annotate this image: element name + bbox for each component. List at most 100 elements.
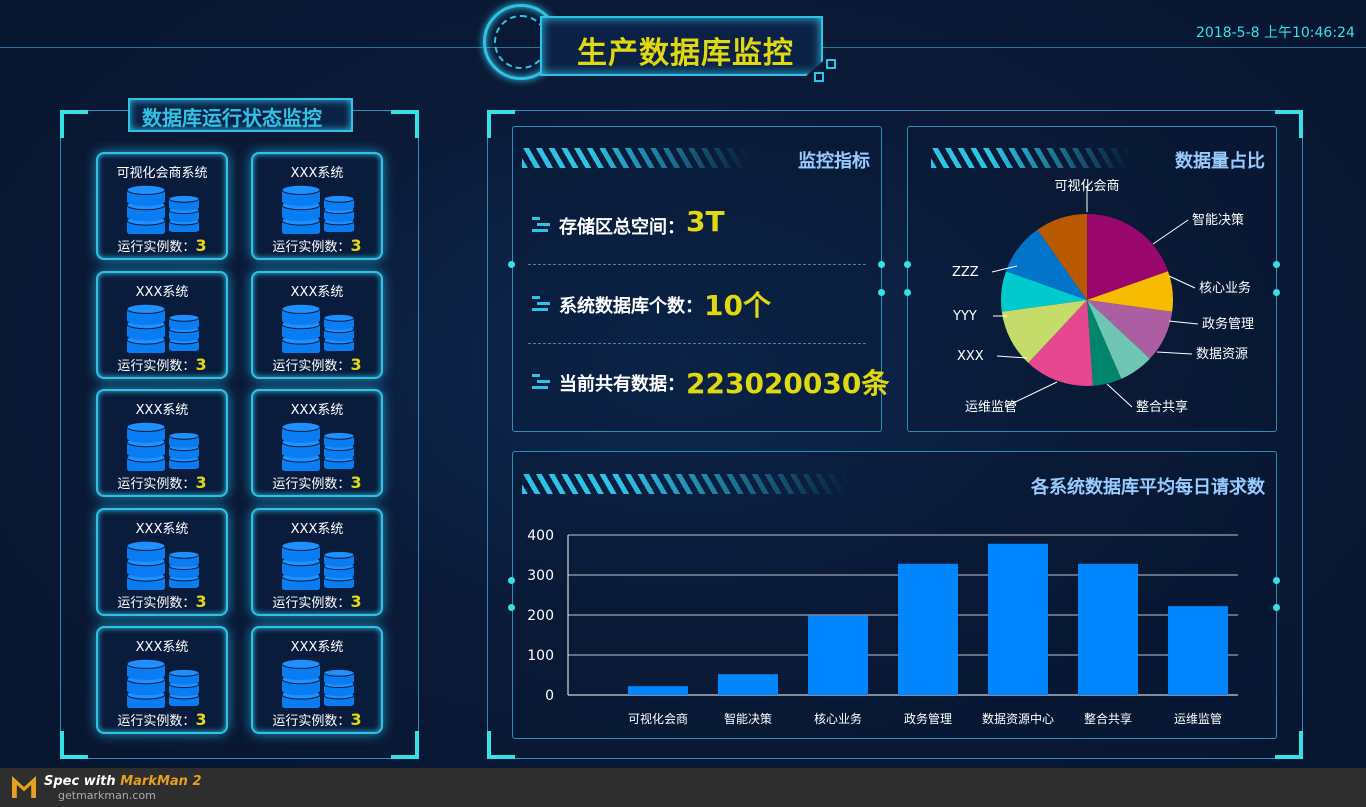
system-name: XXX系统 xyxy=(135,521,189,537)
database-icon xyxy=(169,313,199,351)
bar[interactable] xyxy=(1078,563,1138,695)
instance-count-label: 运行实例数： xyxy=(117,358,196,374)
metric-storage-value: 3T xyxy=(686,205,725,238)
x-tick-label: 数据资源中心 xyxy=(982,711,1054,726)
database-icon xyxy=(282,303,320,353)
instance-count-label: 运行实例数： xyxy=(272,595,351,611)
x-tick-label: 政务管理 xyxy=(904,711,952,726)
metric-dbcount-value: 10个 xyxy=(704,289,771,322)
pie-label: XXX xyxy=(957,349,984,364)
system-card[interactable]: XXX系统运行实例数：3 xyxy=(96,389,228,497)
bar[interactable] xyxy=(718,674,778,695)
footer-bar: Spec with MarkMan 2 getmarkman.com xyxy=(0,768,1366,807)
instance-count-label: 运行实例数： xyxy=(272,477,351,492)
database-icon xyxy=(282,658,320,708)
instance-count-label: 运行实例数： xyxy=(117,714,196,729)
system-name: XXX系统 xyxy=(290,284,344,300)
database-icon xyxy=(282,184,320,234)
decor-square-icon xyxy=(814,72,824,82)
x-tick-label: 核心业务 xyxy=(814,711,862,726)
instance-count-value: 3 xyxy=(195,473,207,492)
x-tick-label: 可视化会商 xyxy=(628,711,688,726)
x-tick-label: 智能决策 xyxy=(724,711,772,726)
metric-records-value: 223020030条 xyxy=(686,367,890,400)
system-name: XXX系统 xyxy=(135,284,189,300)
decor-square-icon xyxy=(826,59,836,69)
pie-label-leader xyxy=(1168,275,1196,289)
y-tick-label: 0 xyxy=(545,688,554,704)
instance-count-label: 运行实例数： xyxy=(272,714,351,729)
frame-corner xyxy=(60,110,88,138)
bar[interactable] xyxy=(898,563,958,695)
metric-dbcount-label: 系统数据库个数： xyxy=(559,296,703,317)
frame-corner xyxy=(487,110,515,138)
panel-dot xyxy=(878,289,885,296)
frame-corner xyxy=(1275,110,1303,138)
system-name: XXX系统 xyxy=(135,640,189,655)
database-icon xyxy=(127,658,165,708)
instance-count: 运行实例数：3 xyxy=(253,236,381,255)
database-icon xyxy=(324,668,354,706)
bar[interactable] xyxy=(808,615,868,695)
instance-count-value: 3 xyxy=(350,473,362,492)
database-icon xyxy=(169,668,199,706)
pie-label-leader xyxy=(1156,351,1193,355)
bar[interactable] xyxy=(988,543,1048,695)
y-tick-label: 400 xyxy=(527,528,554,544)
metric-records-label: 当前共有数据： xyxy=(559,374,685,395)
system-card[interactable]: XXX系统运行实例数：3 xyxy=(251,270,383,379)
y-tick-label: 300 xyxy=(527,568,554,584)
system-card[interactable]: XXX系统 运行实例数：3 xyxy=(251,507,383,616)
system-card[interactable]: XXX系统运行实例数：3 xyxy=(251,152,383,260)
database-icon xyxy=(169,550,199,588)
metrics-panel-title: 监控指标 xyxy=(798,151,870,172)
system-card[interactable]: XXX系统运行实例数：3 xyxy=(251,389,383,497)
instance-count: 运行实例数：3 xyxy=(98,355,226,374)
pie-label: 可视化会商 xyxy=(1054,179,1119,194)
markman-logo-icon xyxy=(12,776,36,798)
pie-label: 运维监管 xyxy=(965,400,1017,415)
instance-count: 运行实例数：3 xyxy=(98,236,226,255)
instance-count-label: 运行实例数： xyxy=(117,595,196,611)
instance-count: 运行实例数：3 xyxy=(253,710,381,729)
database-icon xyxy=(282,421,320,471)
system-name: XXX系统 xyxy=(290,640,344,655)
bar[interactable] xyxy=(628,686,688,695)
instance-count-value: 3 xyxy=(350,591,362,611)
system-card[interactable]: XXX系统运行实例数：3 xyxy=(251,626,383,734)
frame-corner xyxy=(391,110,419,138)
pie-label-leader xyxy=(1168,320,1199,325)
system-card[interactable]: 可视化会商系统 运行实例数：3 xyxy=(96,152,228,260)
x-tick-label: 整合共享 xyxy=(1084,711,1132,726)
pie-label: 政务管理 xyxy=(1202,316,1254,332)
header-ring-inner-icon xyxy=(494,15,548,69)
pie-label: 数据资源 xyxy=(1196,347,1248,362)
panel-dot xyxy=(878,261,885,268)
divider xyxy=(528,264,866,265)
instance-count: 运行实例数：3 xyxy=(98,473,226,492)
database-icon xyxy=(324,550,354,588)
instance-count: 运行实例数：3 xyxy=(253,355,381,374)
system-name: XXX系统 xyxy=(135,403,189,418)
instance-count-label: 运行实例数： xyxy=(272,358,351,374)
pie-label-leader xyxy=(1106,383,1133,408)
system-card[interactable]: XXX系统 运行实例数：3 xyxy=(96,507,228,616)
instance-count: 运行实例数：3 xyxy=(253,473,381,492)
instance-count-value: 3 xyxy=(350,236,362,255)
instance-count-label: 运行实例数： xyxy=(117,240,196,255)
system-card[interactable]: XXX系统运行实例数：3 xyxy=(96,270,228,379)
database-icon xyxy=(127,303,165,353)
pie-label: YYY xyxy=(952,309,977,324)
frame-corner xyxy=(1275,731,1303,759)
database-icon xyxy=(324,194,354,232)
bar[interactable] xyxy=(1168,606,1228,695)
database-icon xyxy=(169,431,199,469)
system-name: XXX系统 xyxy=(290,403,344,418)
metric-list-icon xyxy=(532,374,550,389)
pie-chart: 可视化会商智能决策核心业务政务管理数据资源整合共享 运维监管 XXX YYY ZZZ xyxy=(952,179,1254,415)
database-icon xyxy=(282,540,320,590)
system-card[interactable]: XXX系统 运行实例数：3 xyxy=(96,626,228,734)
system-name: XXX系统 xyxy=(290,166,344,181)
metric-storage-label: 存储区总空间： xyxy=(559,217,685,238)
page-title: 生产数据库监控 xyxy=(577,36,794,71)
